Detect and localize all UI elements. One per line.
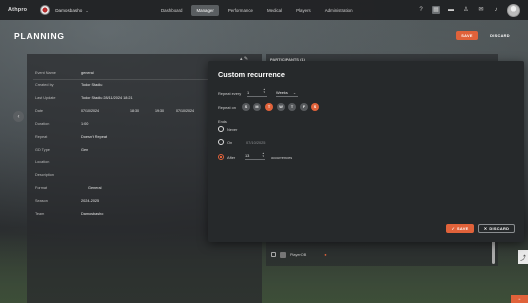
- field-label-location: Location: [35, 160, 50, 164]
- nav-link-performance[interactable]: Performance: [223, 5, 258, 16]
- time-end-input[interactable]: 19:30: [155, 109, 164, 113]
- day-toggle-monday[interactable]: M: [253, 103, 261, 111]
- day-toggle-saturday[interactable]: S: [311, 103, 319, 111]
- chevron-left-icon[interactable]: ‹: [13, 111, 24, 122]
- nav-link-manager[interactable]: Manager: [191, 4, 219, 16]
- nav-link-dashboard[interactable]: Dashboard: [156, 5, 187, 16]
- player-checkbox[interactable]: [271, 252, 276, 257]
- nav-link-medical[interactable]: Medical: [262, 5, 287, 16]
- field-label-last-update: Last Update: [35, 96, 56, 100]
- field-label-gd-type: GD Type: [35, 148, 50, 152]
- field-label-repeat: Repeat: [35, 135, 48, 139]
- ends-label: Ends: [218, 119, 227, 124]
- app-logo[interactable]: Αthpro: [8, 7, 27, 13]
- user-avatar[interactable]: [507, 3, 520, 17]
- top-navigation-bar: Αthpro Damosbasho ⌄ Dashboard Manager Pe…: [0, 0, 528, 20]
- occurrences-value: 13: [245, 153, 250, 158]
- day-toggle-sunday[interactable]: S: [242, 103, 250, 111]
- divider: [33, 79, 208, 80]
- chart-icon[interactable]: ⤴: [518, 250, 528, 264]
- help-icon[interactable]: ?: [417, 6, 425, 14]
- day-toggle-friday[interactable]: F: [300, 103, 308, 111]
- list-item[interactable]: PlayerOB ●: [271, 250, 489, 259]
- day-toggle-tuesday[interactable]: T: [265, 103, 273, 111]
- field-label-season: Season: [35, 199, 48, 203]
- repeat-every-value: 1: [247, 90, 250, 95]
- dialog-save-label: SAVE: [457, 226, 469, 231]
- dialog-discard-label: DISCARD: [489, 226, 510, 231]
- created-by-value: Todor Stadiu: [81, 83, 103, 87]
- repeat-on-label: Repeat on: [218, 105, 236, 110]
- player-name: PlayerOB: [290, 252, 307, 257]
- ends-after-label: After: [227, 155, 236, 160]
- repeat-select[interactable]: Doesn't Repeat: [81, 135, 107, 139]
- field-label-event-name: Event Name: [35, 71, 56, 75]
- chat-icon[interactable]: ✉: [477, 6, 485, 14]
- last-update-value: Todor Stadiu 28/11/2024 18:21: [81, 96, 133, 100]
- field-label-format: Format: [35, 186, 48, 190]
- day-toggle-thursday[interactable]: T: [288, 103, 296, 111]
- dialog-discard-button[interactable]: ✕ DISCARD: [478, 224, 515, 233]
- stepper-arrows-icon[interactable]: ▲ ▼: [263, 88, 266, 95]
- main-nav-links: Dashboard Manager Performance Medical Pl…: [156, 0, 362, 20]
- date-end-input[interactable]: 07/10/2024: [176, 109, 194, 113]
- date-start-input[interactable]: 07/10/2024: [81, 109, 99, 113]
- ends-never-label: Never: [227, 127, 238, 132]
- chevron-down-icon[interactable]: ⌄: [85, 8, 88, 13]
- season-value: 2024-2025: [81, 199, 100, 203]
- format-select[interactable]: General: [88, 186, 102, 190]
- stepper-arrows-icon[interactable]: ▲ ▼: [262, 152, 265, 159]
- dialog-title: Custom recurrence: [218, 70, 285, 79]
- bell-icon[interactable]: ♪: [492, 6, 500, 14]
- calendar-icon[interactable]: ▦: [432, 6, 440, 14]
- day-toggle-wednesday[interactable]: W: [277, 103, 285, 111]
- discard-button[interactable]: DISCARD: [484, 31, 516, 40]
- repeat-unit-select[interactable]: Weeks ⌄: [276, 89, 298, 97]
- team-crest[interactable]: [40, 5, 51, 15]
- event-name-input[interactable]: general: [81, 71, 94, 75]
- field-label-team: Team: [35, 212, 45, 216]
- field-label-created-by: Created by: [35, 83, 54, 87]
- duration-input[interactable]: 1:00: [81, 122, 88, 126]
- nav-icon-group: ? ▦ ▬ ♙ ✉ ♪: [417, 0, 520, 20]
- repeat-unit-value: Weeks: [276, 90, 288, 95]
- check-icon: ✓: [451, 226, 456, 231]
- ends-on-radio[interactable]: [218, 139, 224, 145]
- field-label-description: Description: [35, 173, 54, 177]
- repeat-every-label: Repeat every: [218, 91, 242, 96]
- save-button[interactable]: SAVE: [456, 31, 478, 40]
- page-title: PLANNING: [14, 31, 65, 41]
- gd-type-select[interactable]: Gen: [81, 148, 88, 152]
- corner-badge[interactable]: ▪▪: [511, 295, 528, 303]
- team-selector[interactable]: Damosbasho: [55, 8, 82, 13]
- nav-link-players[interactable]: Players: [291, 5, 316, 16]
- ends-on-date-input[interactable]: 07/10/2025: [246, 140, 265, 145]
- user-icon[interactable]: ♙: [462, 6, 470, 14]
- dialog-save-button[interactable]: ✓ SAVE: [446, 224, 474, 233]
- team-value: Damosbasho: [81, 212, 104, 216]
- ends-never-radio[interactable]: [218, 126, 224, 132]
- time-start-input[interactable]: 18:30: [130, 109, 139, 113]
- status-indicator-icon: ●: [324, 252, 327, 257]
- nav-link-administration[interactable]: Administration: [320, 5, 358, 16]
- field-label-duration: Duration: [35, 122, 50, 126]
- player-avatar: [280, 251, 286, 258]
- ends-on-label: On: [227, 140, 233, 145]
- folder-icon[interactable]: ▬: [447, 6, 455, 14]
- occurrences-label: occurrences: [271, 155, 293, 160]
- close-icon: ✕: [483, 226, 488, 231]
- chevron-down-icon: ⌄: [292, 90, 297, 95]
- ends-after-radio[interactable]: [218, 154, 224, 160]
- field-label-date: Date: [35, 109, 44, 113]
